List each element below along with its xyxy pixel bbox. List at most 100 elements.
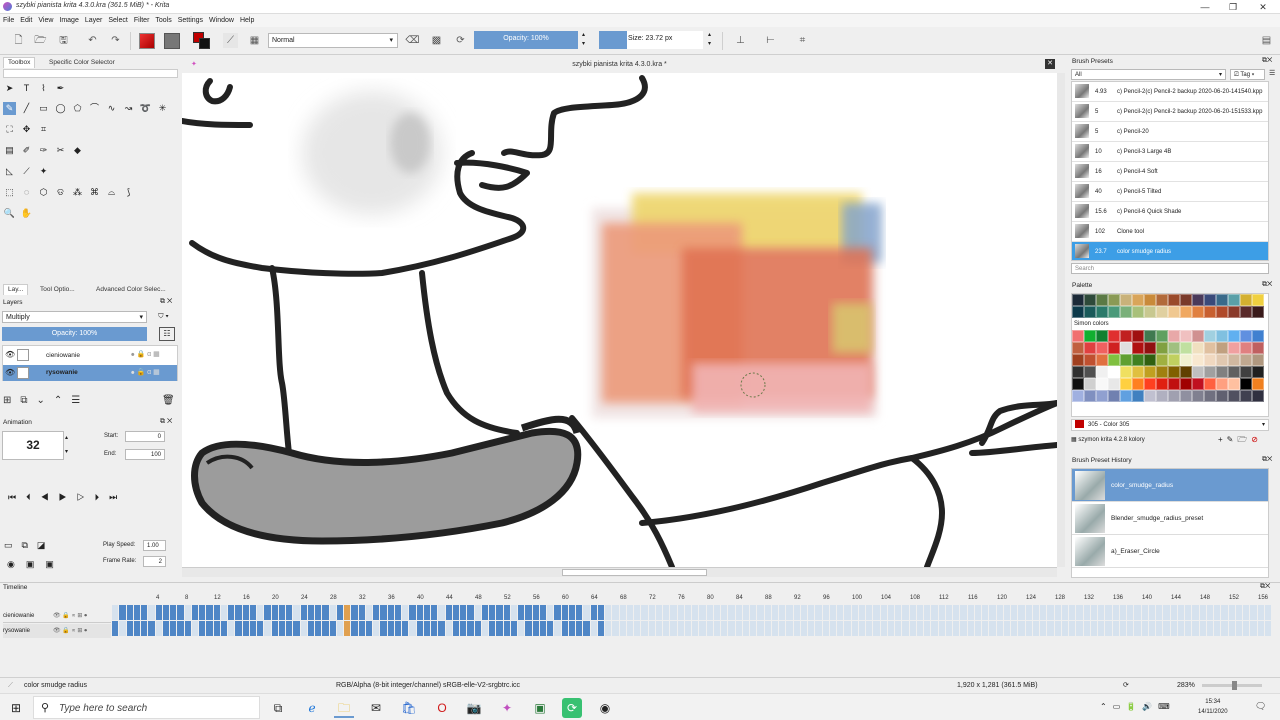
timeline-frame[interactable]	[873, 605, 880, 620]
timeline-frame[interactable]	[242, 605, 249, 620]
timeline-frame[interactable]	[170, 621, 177, 636]
timeline-frame[interactable]	[1148, 605, 1155, 620]
palette-swatch[interactable]	[1192, 294, 1204, 306]
palette-swatch[interactable]	[1204, 390, 1216, 402]
palette-swatch[interactable]	[1072, 354, 1084, 366]
palette-swatch[interactable]	[1120, 378, 1132, 390]
dock-float-close-icons[interactable]: ⧉✕	[1262, 281, 1272, 289]
palette-swatch[interactable]	[1180, 342, 1192, 354]
timeline-frame[interactable]	[1127, 605, 1134, 620]
timeline-frame[interactable]	[692, 621, 699, 636]
drawing-canvas[interactable]	[182, 73, 1057, 567]
layer-row[interactable]: 👁 cieniowanie ⦁ 🔒 α ▦	[3, 347, 177, 364]
palette-swatch[interactable]	[1144, 306, 1156, 318]
timeline-frame[interactable]	[112, 605, 119, 620]
opacity-slider[interactable]: Opacity: 100%	[474, 31, 578, 49]
timeline-frame[interactable]	[329, 605, 336, 620]
timeline-frame[interactable]	[663, 605, 670, 620]
palette-swatch[interactable]	[1168, 330, 1180, 342]
timeline-frame[interactable]	[938, 621, 945, 636]
timeline-frame[interactable]	[126, 605, 133, 620]
timeline-frame[interactable]	[1105, 605, 1112, 620]
palette-swatch[interactable]	[1096, 390, 1108, 402]
palette-swatch[interactable]	[1156, 354, 1168, 366]
timeline-frame[interactable]	[793, 605, 800, 620]
timeline-frame[interactable]	[880, 605, 887, 620]
minimize-button[interactable]: —	[1190, 0, 1220, 14]
timeline-frame[interactable]	[1192, 605, 1199, 620]
timeline-frame[interactable]	[902, 605, 909, 620]
timeline-frame[interactable]	[1040, 605, 1047, 620]
timeline-frame[interactable]	[1163, 621, 1170, 636]
palette-swatch[interactable]	[1108, 342, 1120, 354]
timeline-frame[interactable]	[278, 621, 285, 636]
palette-swatch[interactable]	[1204, 378, 1216, 390]
timeline-frame[interactable]	[257, 621, 264, 636]
dockers-menu-icon[interactable]: ▤	[1259, 33, 1274, 48]
palette-swatch[interactable]	[1108, 378, 1120, 390]
timeline-frame[interactable]	[467, 621, 474, 636]
timeline-frame[interactable]	[808, 621, 815, 636]
timeline-frame[interactable]	[1011, 621, 1018, 636]
timeline-frame[interactable]	[1214, 621, 1221, 636]
tag-button[interactable]: ⎚ Tag ▾	[1230, 69, 1265, 80]
smart-patch-tool-icon[interactable]: ✂	[54, 144, 67, 157]
timeline-frame[interactable]	[684, 621, 691, 636]
frame-spinner[interactable]: ▴ ▾	[65, 431, 73, 460]
timeline-ruler[interactable]: 4 8 12 16 20 24 28 32 36 40 44 48 52 56 60 64 68 72 76 80 84…	[112, 595, 1280, 605]
timeline-frame[interactable]	[177, 605, 184, 620]
palette-swatch[interactable]	[1084, 366, 1096, 378]
timeline-frame[interactable]	[786, 621, 793, 636]
timeline-frame[interactable]	[655, 621, 662, 636]
timeline-frame[interactable]	[924, 621, 931, 636]
timeline-frame[interactable]	[597, 605, 604, 620]
timeline-frame[interactable]	[148, 605, 155, 620]
timeline-frame[interactable]	[931, 621, 938, 636]
timeline-frame[interactable]	[1083, 605, 1090, 620]
palette-swatch[interactable]	[1132, 366, 1144, 378]
history-row[interactable]: a)_Eraser_Circle	[1072, 535, 1268, 568]
timeline-frame[interactable]	[525, 605, 532, 620]
timeline-frame[interactable]	[206, 621, 213, 636]
palette-swatch[interactable]	[1120, 390, 1132, 402]
redo-icon[interactable]: ↷	[108, 33, 123, 48]
timeline-frame[interactable]	[387, 605, 394, 620]
timeline-frame[interactable]	[416, 605, 423, 620]
palette-swatch[interactable]	[1156, 294, 1168, 306]
dock-float-close-icons[interactable]: ⧉✕	[1262, 57, 1272, 65]
scrollbar-thumb[interactable]	[562, 569, 707, 576]
timeline-frame[interactable]	[489, 621, 496, 636]
timeline-frame[interactable]	[1069, 621, 1076, 636]
timeline-frame[interactable]	[1206, 605, 1213, 620]
palette-swatch[interactable]	[1180, 306, 1192, 318]
tab-layers[interactable]: Lay...	[3, 284, 29, 295]
palette-swatch[interactable]	[1132, 294, 1144, 306]
palette-swatch[interactable]	[1132, 306, 1144, 318]
timeline-frame[interactable]	[532, 605, 539, 620]
palette-swatch[interactable]	[1216, 354, 1228, 366]
multibrush-tool-icon[interactable]: ✳	[156, 102, 169, 115]
palette-swatch[interactable]	[1240, 378, 1252, 390]
timeline-frame[interactable]	[960, 621, 967, 636]
palette-swatch[interactable]	[1120, 330, 1132, 342]
palette-swatch[interactable]	[1252, 294, 1264, 306]
timeline-frame[interactable]	[358, 605, 365, 620]
timeline-frame[interactable]	[1134, 621, 1141, 636]
palette-swatches[interactable]	[1072, 330, 1264, 402]
palette-swatch[interactable]	[1240, 330, 1252, 342]
timeline-frame[interactable]	[162, 605, 169, 620]
timeline-frame[interactable]	[568, 621, 575, 636]
timeline-frame[interactable]	[974, 621, 981, 636]
palette-actions[interactable]: +✎🗁⊘	[1218, 434, 1262, 448]
timeline-frame[interactable]	[829, 621, 836, 636]
preset-row[interactable]: 10 c) Pencil-3 Large 4B	[1072, 142, 1268, 162]
document-tab[interactable]: szybki pianista krita 4.3.0.kra *	[182, 56, 1057, 73]
timeline-frame[interactable]	[1156, 621, 1163, 636]
timeline-frame[interactable]	[750, 621, 757, 636]
timeline-frame[interactable]	[735, 621, 742, 636]
preset-search-input[interactable]: Search	[1071, 263, 1269, 274]
timeline-frame[interactable]	[1098, 605, 1105, 620]
timeline-frame[interactable]	[496, 621, 503, 636]
timeline-frame[interactable]	[561, 621, 568, 636]
timeline-frame[interactable]	[895, 621, 902, 636]
